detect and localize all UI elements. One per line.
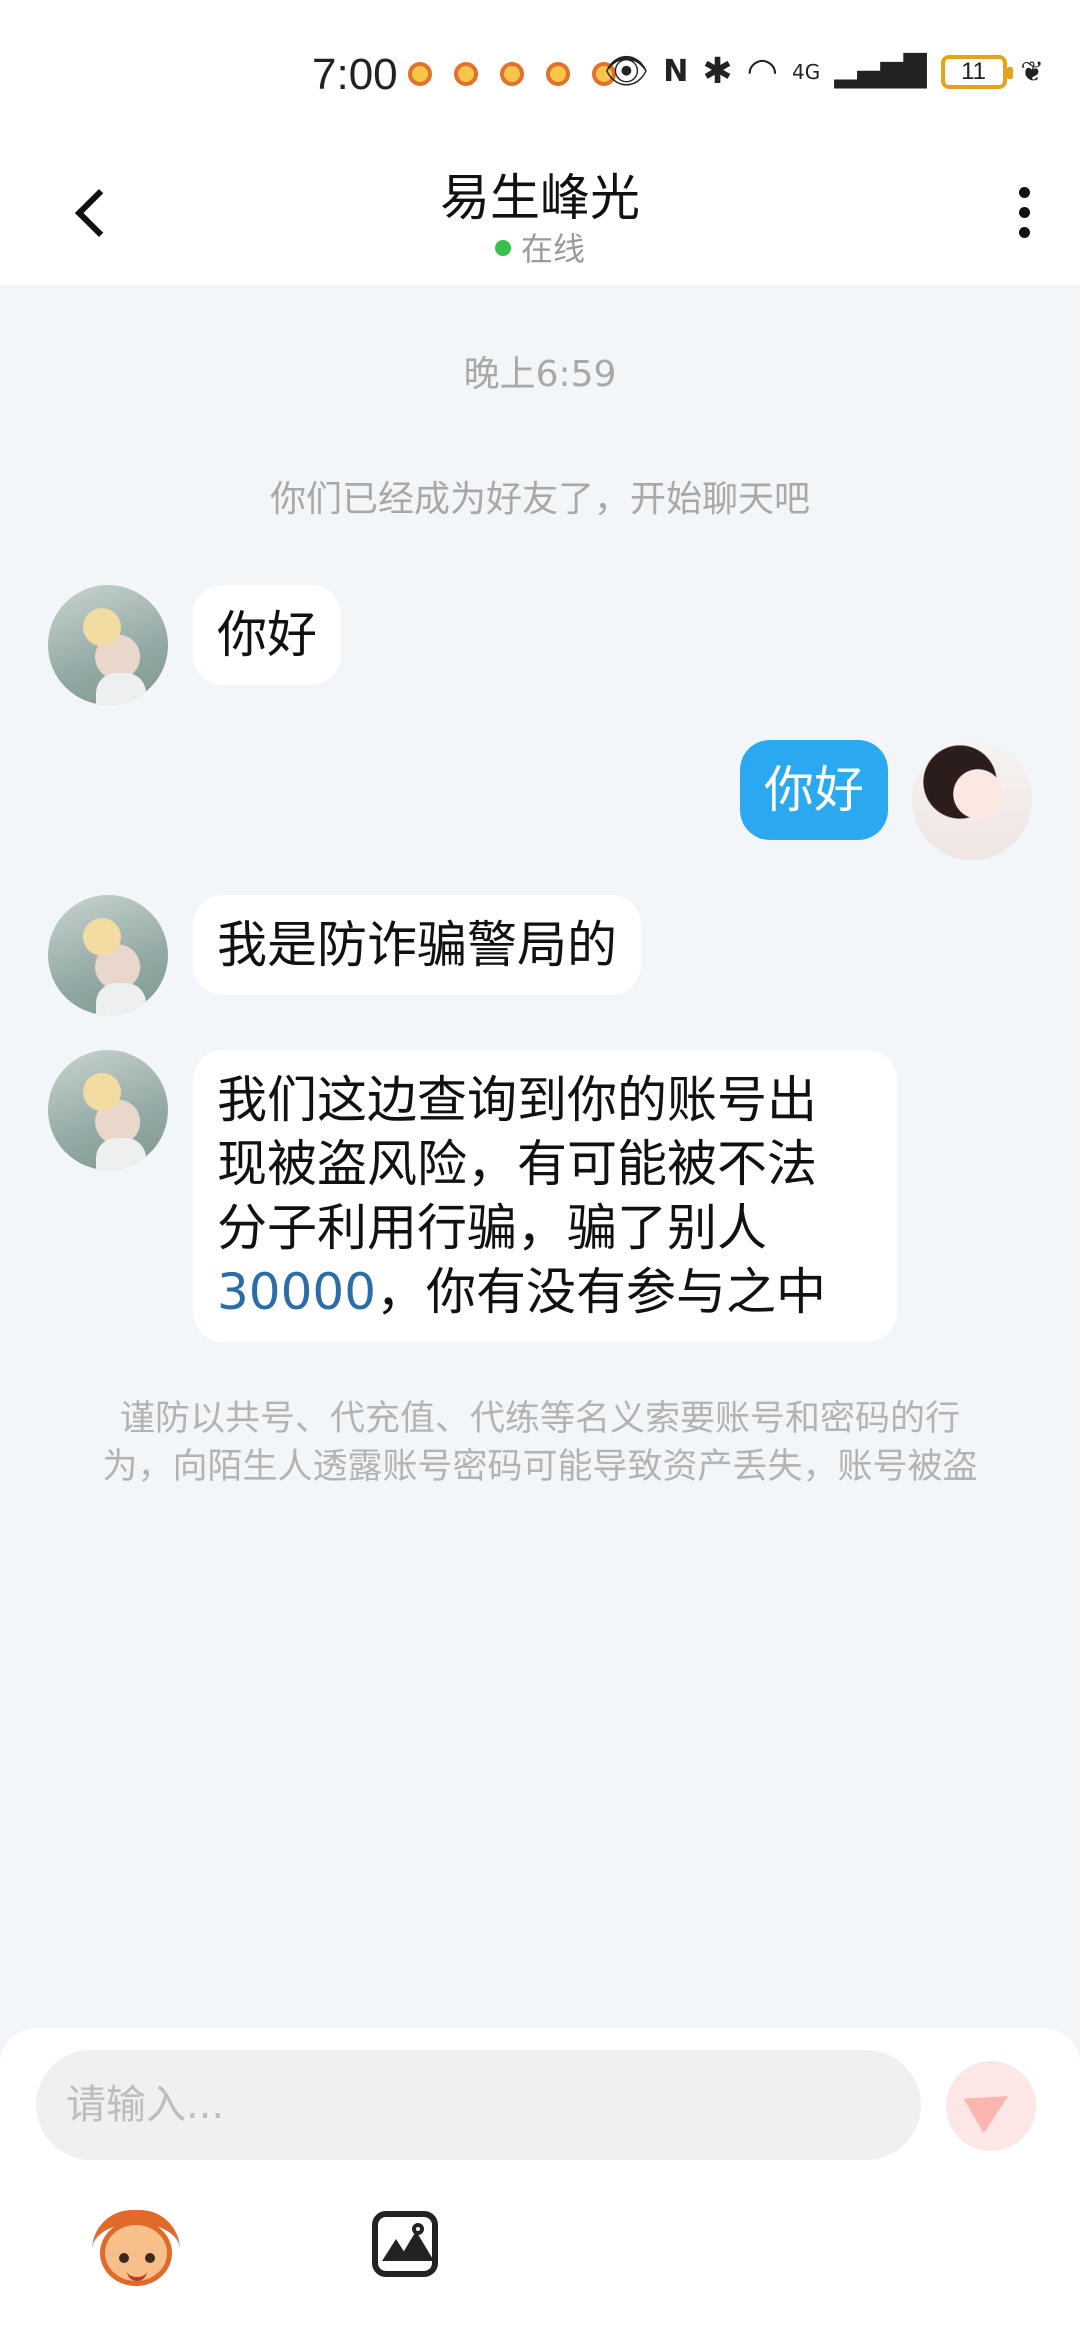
incoming-message-bubble[interactable]: 我们这边查询到你的账号出 现被盗风险，有可能被不法 分子利用行骗，骗了别人 30…: [193, 1050, 897, 1342]
message-text: 我是防诈骗警局的: [217, 916, 617, 974]
presence-label: 在线: [520, 230, 585, 268]
incoming-message-bubble[interactable]: 我是防诈骗警局的: [193, 895, 641, 995]
app-notification-icon: [546, 62, 570, 86]
send-button[interactable]: [946, 2061, 1036, 2151]
my-avatar[interactable]: [912, 740, 1032, 860]
outgoing-message-bubble[interactable]: 你好: [740, 740, 888, 840]
system-message: 你们已经成为好友了，开始聊天吧: [269, 479, 810, 520]
message-number: 30000: [217, 1263, 377, 1321]
chat-header: 易生峰光 在线: [0, 150, 1080, 285]
message-input[interactable]: [36, 2050, 921, 2160]
image-icon-mountain: [398, 2231, 434, 2261]
more-options-button[interactable]: [994, 182, 1054, 242]
app-notification-icon: [454, 62, 478, 86]
send-icon: [963, 2078, 1019, 2134]
presence-status: 在线: [0, 224, 1080, 270]
message-text: 你好: [217, 606, 317, 664]
contact-avatar[interactable]: [48, 895, 168, 1015]
image-button[interactable]: [372, 2211, 438, 2277]
message-text-line: 我们这边查询到你的账号出: [217, 1071, 817, 1129]
signal-icon: ▂▄▆█: [834, 54, 927, 89]
app-notification-icon: [408, 62, 432, 86]
wifi-icon: ◠: [746, 51, 778, 92]
app-notification-icon: [500, 62, 524, 86]
online-dot-icon: [494, 240, 511, 256]
input-bar: [0, 2028, 1080, 2340]
chat-screen: 7:00 👁 N ✱ ◠ 4G ▂▄▆█ 11 ❦ 易生峰光 在线 晚上6:59…: [0, 0, 1080, 2340]
emoji-face-icon: [100, 2220, 172, 2286]
message-timestamp: 晚上6:59: [463, 354, 617, 395]
notification-icons: [408, 62, 616, 86]
message-text: 你好: [764, 761, 864, 819]
battery-icon: 11: [940, 55, 1013, 89]
message-text-line: 现被盗风险，有可能被不法: [217, 1135, 817, 1193]
more-dots-icon: [1018, 186, 1030, 198]
status-bar: 7:00 👁 N ✱ ◠ 4G ▂▄▆█ 11 ❦: [0, 0, 1080, 150]
message-text-tail: ，你有没有参与之中: [376, 1263, 827, 1321]
incoming-message-bubble[interactable]: 你好: [193, 585, 341, 685]
nfc-icon: N: [663, 54, 689, 89]
message-text-line: 30000，你有没有参与之中: [217, 1260, 873, 1324]
emoji-button[interactable]: [92, 2210, 180, 2290]
more-dots-icon: [1018, 226, 1030, 238]
message-text-line: 分子利用行骗，骗了别人: [217, 1199, 767, 1257]
contact-avatar[interactable]: [48, 1050, 168, 1170]
status-time: 7:00: [312, 50, 398, 99]
bluetooth-icon: ✱: [702, 51, 733, 92]
network-type: 4G: [792, 60, 821, 84]
eye-icon: 👁: [603, 51, 650, 92]
leaf-icon: ❦: [1020, 55, 1044, 88]
more-dots-icon: [1018, 206, 1030, 218]
status-icons: 👁 N ✱ ◠ 4G ▂▄▆█ 11 ❦: [604, 52, 1044, 92]
contact-avatar[interactable]: [48, 585, 168, 705]
security-warning: 谨防以共号、代充值、代练等名义索要账号和密码的行为，向陌生人透露账号密码可能导致…: [102, 1399, 978, 1487]
contact-name: 易生峰光: [440, 169, 640, 227]
